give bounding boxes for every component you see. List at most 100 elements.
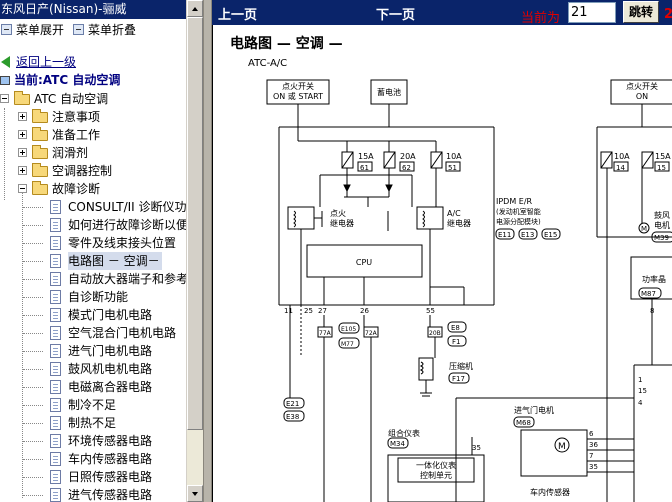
conn-e8-label: E8: [451, 324, 460, 332]
collapse-toggle-icon[interactable]: [0, 94, 9, 103]
conn-72a-label: 72A: [365, 330, 378, 337]
tree-page-insufficient-cooling[interactable]: 制冷不足: [0, 396, 186, 414]
compressor-coil-icon: [419, 361, 424, 375]
ignition-relay-label-2: 继电器: [330, 218, 354, 228]
tree-guide-line: [23, 423, 43, 424]
document-icon: [50, 434, 61, 448]
relay-coil-icon: [293, 210, 296, 228]
document-icon: [50, 308, 61, 322]
document-icon: [50, 470, 61, 484]
prev-page-button[interactable]: 上一页: [218, 4, 257, 23]
cpu-label: CPU: [356, 258, 372, 267]
tree-page-ambient-sensor[interactable]: 环境传感器电路: [0, 432, 186, 450]
fuse-62-num: 62: [402, 164, 411, 172]
compressor-conn-label: F17: [452, 375, 465, 383]
scroll-down-button[interactable]: [187, 485, 203, 502]
back-link-label[interactable]: 返回上一级: [16, 55, 76, 69]
tree-guide-line: [23, 207, 43, 208]
tree-node-label: 电路图 － 空调－: [68, 252, 162, 270]
folder-icon: [32, 109, 48, 123]
page-number-input[interactable]: [568, 2, 616, 23]
fuse-51-num: 51: [448, 164, 457, 172]
expand-toggle-icon[interactable]: [18, 166, 27, 175]
collapse-menu-button[interactable]: 菜单折叠: [73, 22, 136, 38]
expand-menu-label: 菜单展开: [16, 23, 65, 37]
tree-page-intake-door-motor[interactable]: 进气门电机电路: [0, 342, 186, 360]
tree-page-cabin-sensor[interactable]: 车内传感器电路: [0, 450, 186, 468]
tree-guide-line: [23, 279, 43, 280]
tree-folder-ac-control[interactable]: 空调器控制: [0, 162, 186, 180]
tree-page-amp-terminals[interactable]: 自动放大器端子和参考值: [0, 270, 200, 288]
ipdm-label-1: IPDM E/R: [496, 197, 533, 206]
tree-page-how-to-diagnose[interactable]: 如何进行故障诊断以便快速准确地修理: [0, 216, 203, 234]
pane-splitter[interactable]: [203, 0, 212, 502]
ignition-on-label-1: 点火开关: [626, 81, 658, 91]
intake-motor-conn: M68: [516, 419, 531, 427]
ipdm-box: [278, 126, 495, 306]
combo-meter-conn: M34: [390, 440, 405, 448]
fuse-51-amp: 10A: [446, 152, 462, 161]
tree-node-label: 制冷不足: [68, 398, 117, 412]
blower-conn: M39: [654, 234, 669, 242]
tree-page-insufficient-heating[interactable]: 制热不足: [0, 414, 186, 432]
current-location: 当前:ATC 自动空调: [0, 72, 120, 89]
pin-26: 26: [360, 307, 369, 315]
tree-page-intake-sensor[interactable]: 进气传感器电路: [0, 486, 186, 502]
tree-page-air-mix-door-motor[interactable]: 空气混合门电机电路: [0, 324, 186, 342]
expand-toggle-icon[interactable]: [18, 112, 27, 121]
tree-node-root[interactable]: ATC 自动空调: [0, 90, 186, 108]
scroll-up-button[interactable]: [187, 0, 203, 17]
tree-page-mode-door-motor[interactable]: 模式门电机电路: [0, 306, 186, 324]
fuse-61-amp: 15A: [358, 152, 374, 161]
power-tr-label: 功率晶: [642, 274, 666, 284]
next-page-button[interactable]: 下一页: [376, 4, 415, 23]
scroll-thumb[interactable]: [187, 17, 203, 430]
computer-icon: [0, 76, 10, 85]
tree-page-blower-motor[interactable]: 鼓风机电机电路: [0, 360, 186, 378]
tree-folder-preparation[interactable]: 准备工作: [0, 126, 186, 144]
expand-toggle-icon[interactable]: [18, 130, 27, 139]
collapse-icon: [73, 24, 84, 35]
menu-toolbar: 菜单展开 菜单折叠: [0, 22, 186, 38]
tree-page-parts-location[interactable]: 零件及线束接头位置: [0, 234, 186, 252]
tree-node-label: 故障诊断: [52, 182, 101, 196]
tree-guide-line: [23, 369, 43, 370]
tree-page-wiring-diagram[interactable]: 电路图 － 空调－: [0, 252, 186, 270]
current-location-label: 当前:ATC 自动空调: [14, 73, 121, 87]
collapse-toggle-icon[interactable]: [18, 184, 27, 193]
tree-guide-line: [23, 297, 43, 298]
fuse-61-num: 61: [360, 164, 369, 172]
fuse-62-amp: 20A: [400, 152, 416, 161]
pin-11: 11: [284, 307, 293, 315]
conn-e105-label: E105: [341, 326, 356, 333]
navigation-pane: 东风日产(Nissan)-骊威 菜单展开 菜单折叠 返回上一级 当前:ATC 自…: [0, 0, 203, 502]
power-tr-conn: M87: [641, 290, 656, 298]
blower-m-letter: M: [641, 225, 647, 233]
total-pages-text: 2: [664, 7, 672, 22]
tree-page-self-diagnosis[interactable]: 自诊断功能: [0, 288, 186, 306]
back-link[interactable]: 返回上一级: [1, 54, 76, 70]
jump-button[interactable]: 跳转: [623, 1, 659, 23]
tree-node-label: 注意事项: [52, 110, 101, 124]
tree-node-label: 进气门电机电路: [68, 344, 153, 358]
combo-meter-label: 组合仪表: [388, 428, 420, 438]
diagram-subtitle: ATC-A/C: [248, 58, 287, 69]
tree-page-magnet-clutch[interactable]: 电磁离合器电路: [0, 378, 186, 396]
tree-page-sunload-sensor[interactable]: 日照传感器电路: [0, 468, 186, 486]
tree-node-label: 自动放大器端子和参考值: [68, 272, 201, 286]
expand-toggle-icon[interactable]: [18, 148, 27, 157]
tree-folder-precautions[interactable]: 注意事项: [0, 108, 186, 126]
tree-folder-diagnosis[interactable]: 故障诊断: [0, 180, 186, 198]
tree-folder-lubricants[interactable]: 润滑剂: [0, 144, 186, 162]
intake-pin-7: 7: [589, 452, 593, 460]
combo-pin-35: 35: [472, 444, 481, 452]
document-icon: [50, 344, 61, 358]
tree-guide-line: [23, 459, 43, 460]
ignition-switch-label-1: 点火开关: [282, 81, 314, 91]
left-scrollbar[interactable]: [186, 0, 203, 502]
fuse-15-amp: 15A: [655, 152, 671, 161]
blower-label-1: 鼓风: [654, 210, 670, 220]
tree-page-consult[interactable]: CONSULT/II 诊断仪功能: [0, 198, 199, 216]
tree-node-label: 制热不足: [68, 416, 117, 430]
expand-menu-button[interactable]: 菜单展开: [1, 22, 64, 38]
